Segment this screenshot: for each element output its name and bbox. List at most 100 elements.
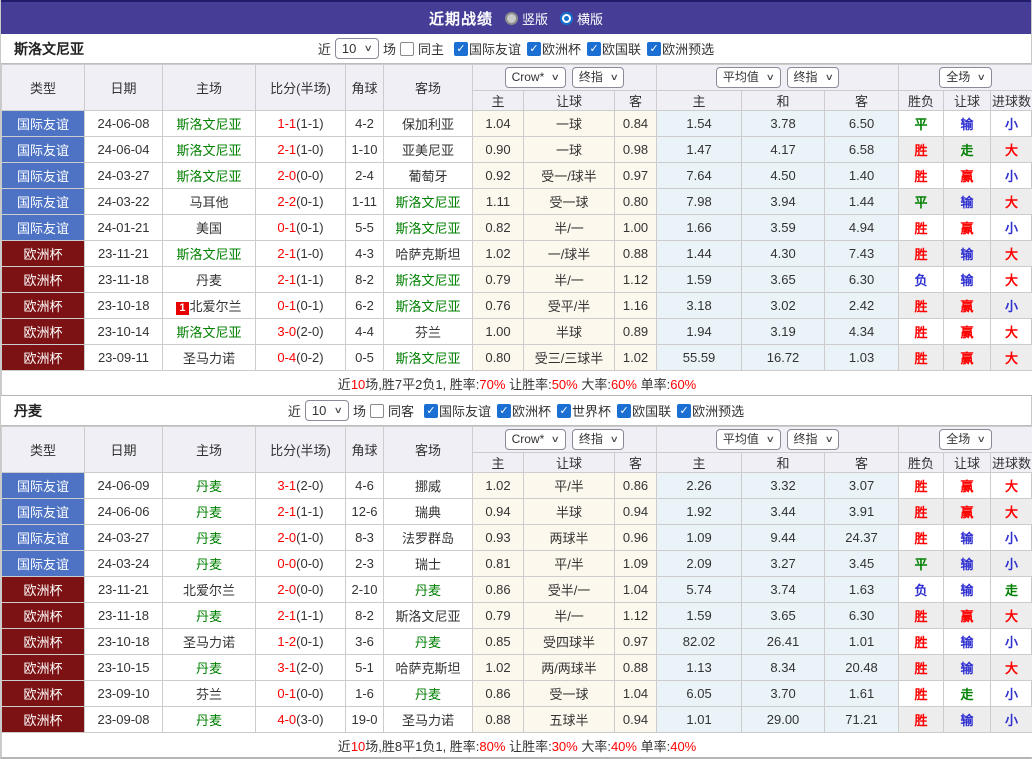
red-card-badge: 1 [176, 302, 188, 315]
result-wdl: 胜 [899, 215, 944, 241]
recent-label: 近 [288, 401, 301, 420]
col-header-date: 日期 [85, 427, 163, 473]
handicap-odds-home: 0.86 [473, 681, 524, 707]
summary-segment: 单率: [637, 739, 670, 754]
competition-filters: ✓国际友谊✓欧洲杯✓世界杯✓欧国联✓欧洲预选 [418, 401, 744, 420]
avg-odds-draw: 3.44 [742, 499, 825, 525]
average-stage-select[interactable]: 终指∨ [787, 67, 840, 88]
average-stage-select[interactable]: 终指∨ [787, 429, 840, 450]
chevron-down-icon: ∨ [334, 401, 343, 420]
same-venue-label: 同客 [388, 401, 414, 420]
score-cell: 1-2(0-1) [256, 629, 346, 655]
handicap-odds-home: 1.02 [473, 241, 524, 267]
games-label: 场 [353, 401, 366, 420]
result-goals: 大 [991, 603, 1032, 629]
average-select[interactable]: 平均值∨ [716, 429, 781, 450]
avg-odds-draw: 3.59 [742, 215, 825, 241]
avg-odds-away: 24.37 [825, 525, 899, 551]
same-venue-checkbox[interactable] [400, 42, 414, 56]
handicap-line: 半/一 [524, 267, 615, 293]
avg-odds-draw: 4.50 [742, 163, 825, 189]
corners-cell: 4-4 [346, 319, 384, 345]
handicap-odds-away: 1.04 [615, 681, 657, 707]
handicap-odds-home: 1.04 [473, 111, 524, 137]
competition-checkbox[interactable]: ✓ [424, 404, 438, 418]
same-venue-checkbox[interactable] [370, 404, 384, 418]
layout-option-label: 横版 [577, 9, 603, 28]
radio-icon[interactable] [505, 12, 518, 25]
home-team: 斯洛文尼亚 [163, 241, 256, 267]
radio-icon[interactable] [560, 12, 573, 25]
scope-select[interactable]: 全场∨ [939, 429, 992, 450]
result-wdl: 平 [899, 551, 944, 577]
summary-segment: 40% [611, 739, 637, 754]
corners-cell: 4-3 [346, 241, 384, 267]
col-header-type: 类型 [2, 427, 85, 473]
home-team: 斯洛文尼亚 [163, 137, 256, 163]
result-goals: 大 [991, 655, 1032, 681]
avg-odds-draw: 3.19 [742, 319, 825, 345]
layout-option-horizontal[interactable]: 横版 [560, 9, 603, 28]
recent-count-select[interactable]: 10∨ [335, 38, 379, 59]
avg-odds-away: 1.40 [825, 163, 899, 189]
handicap-odds-away: 1.04 [615, 577, 657, 603]
away-team: 挪威 [384, 473, 473, 499]
handicap-odds-away: 1.02 [615, 345, 657, 371]
avg-odds-home: 1.13 [657, 655, 742, 681]
competition-checkbox[interactable]: ✓ [454, 42, 468, 56]
away-team: 斯洛文尼亚 [384, 345, 473, 371]
competition-filter: ✓欧洲预选 [647, 39, 714, 58]
avg-odds-away: 3.07 [825, 473, 899, 499]
corners-cell: 1-6 [346, 681, 384, 707]
sub-column-header: 进球数 [991, 91, 1032, 111]
handicap-line: 半/一 [524, 215, 615, 241]
avg-odds-home: 7.98 [657, 189, 742, 215]
avg-odds-draw: 4.17 [742, 137, 825, 163]
competition-type-badge: 欧洲杯 [2, 319, 85, 345]
corners-cell: 19-0 [346, 707, 384, 733]
home-team: 丹麦 [163, 655, 256, 681]
competition-checkbox[interactable]: ✓ [497, 404, 511, 418]
average-select[interactable]: 平均值∨ [716, 67, 781, 88]
competition-checkbox[interactable]: ✓ [527, 42, 541, 56]
bookmaker-select[interactable]: Crow*∨ [505, 429, 566, 450]
competition-checkbox[interactable]: ✓ [587, 42, 601, 56]
bookmaker-stage-select[interactable]: 终指∨ [572, 67, 625, 88]
result-goals: 大 [991, 137, 1032, 163]
corners-cell: 5-5 [346, 215, 384, 241]
home-team: 丹麦 [163, 707, 256, 733]
score-cell: 2-1(1-0) [256, 137, 346, 163]
avg-odds-draw: 3.94 [742, 189, 825, 215]
sub-column-header: 客 [825, 453, 899, 473]
result-wdl: 负 [899, 267, 944, 293]
bookmaker-stage-select[interactable]: 终指∨ [572, 429, 625, 450]
corners-cell: 1-11 [346, 189, 384, 215]
recent-count-select[interactable]: 10∨ [305, 400, 349, 421]
competition-checkbox[interactable]: ✓ [557, 404, 571, 418]
scope-select[interactable]: 全场∨ [939, 67, 992, 88]
chevron-down-icon: ∨ [364, 39, 373, 58]
match-date: 24-03-27 [85, 163, 163, 189]
match-row: 欧洲杯 23-09-11 圣马力诺 0-4(0-2) 0-5 斯洛文尼亚 0.8… [2, 345, 1032, 371]
avg-odds-away: 6.30 [825, 267, 899, 293]
competition-checkbox[interactable]: ✓ [647, 42, 661, 56]
competition-filter: ✓欧国联 [617, 401, 671, 420]
competition-checkbox[interactable]: ✓ [677, 404, 691, 418]
competition-filters: ✓国际友谊✓欧洲杯✓欧国联✓欧洲预选 [448, 39, 714, 58]
away-team: 圣马力诺 [384, 707, 473, 733]
sub-column-header: 胜负 [899, 453, 944, 473]
competition-type-badge: 欧洲杯 [2, 293, 85, 319]
result-wdl: 胜 [899, 137, 944, 163]
bookmaker-select[interactable]: Crow*∨ [505, 67, 566, 88]
layout-option-vertical[interactable]: 竖版 [505, 9, 548, 28]
handicap-odds-away: 0.86 [615, 473, 657, 499]
score-cell: 0-1(0-0) [256, 681, 346, 707]
competition-checkbox[interactable]: ✓ [617, 404, 631, 418]
col-header-type: 类型 [2, 65, 85, 111]
result-goals: 小 [991, 215, 1032, 241]
home-team: 圣马力诺 [163, 629, 256, 655]
result-goals: 小 [991, 525, 1032, 551]
match-date: 23-09-11 [85, 345, 163, 371]
avg-odds-away: 6.50 [825, 111, 899, 137]
match-date: 24-06-09 [85, 473, 163, 499]
